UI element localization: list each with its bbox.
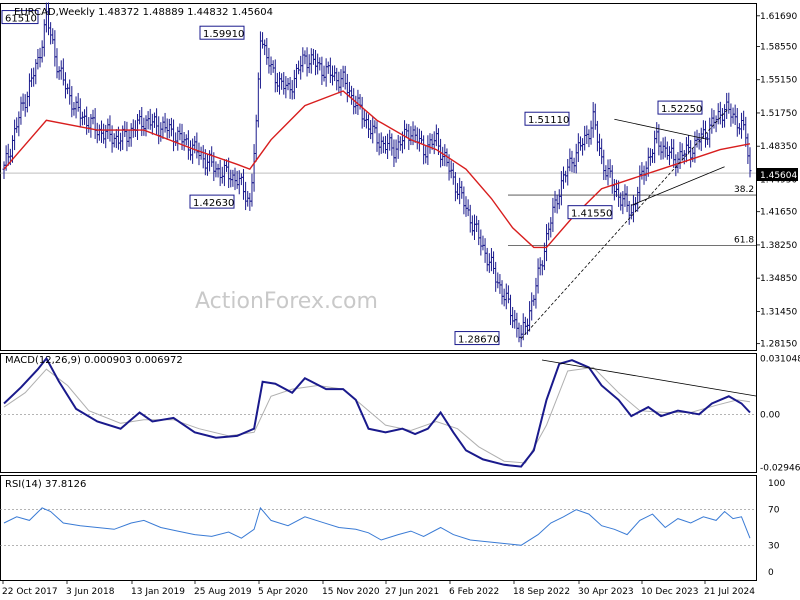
annotation-label: 1.42630	[193, 198, 234, 209]
fib-level-labels: 38.2 61.8	[734, 185, 754, 245]
annotation-label: 1.41550	[571, 209, 612, 220]
xtick-label: 10 Dec 2023	[641, 587, 699, 597]
current-price-label: 1.45604	[760, 171, 797, 181]
rsi-panel	[3, 506, 751, 546]
macd-signal-line	[3, 366, 751, 464]
eurcad-weekly-chart: ActionForex.com 615101.599101.426301.286…	[0, 2, 800, 597]
rsi-line	[3, 506, 751, 546]
rsi-ytick-label: 0	[768, 568, 774, 578]
xtick-label: 3 Jun 2018	[66, 587, 115, 597]
price-ytick-label: 1.61690	[760, 12, 797, 22]
xtick-label: 6 Feb 2022	[449, 587, 499, 597]
price-header: EURCAD,Weekly 1.48372 1.48889 1.44832 1.…	[14, 7, 273, 18]
rsi-frame	[0, 475, 757, 581]
rsi-ytick-label: 30	[768, 541, 780, 551]
xtick-label: 13 Jan 2019	[131, 587, 185, 597]
macd-ytick-label: 0.00	[760, 410, 780, 420]
macd-ytick-label: -0.029469	[760, 463, 800, 473]
fib-level-label: 61.8	[734, 235, 754, 245]
macd-frame	[0, 353, 757, 473]
price-ytick-label: 1.31450	[760, 307, 797, 317]
watermark: ActionForex.com	[195, 289, 378, 314]
price-ytick-label: 1.58550	[760, 42, 797, 52]
annotation-label: 1.59910	[203, 29, 244, 40]
xtick-label: 22 Oct 2017	[2, 587, 58, 597]
annotation-label: 1.28670	[458, 335, 499, 346]
rsi-header: RSI(14) 37.8126	[5, 479, 86, 490]
macd-line	[3, 356, 751, 468]
xtick-label: 5 Apr 2020	[258, 587, 308, 597]
xtick-label: 25 Aug 2019	[194, 587, 252, 597]
xtick-label: 27 Jun 2021	[385, 587, 439, 597]
annotation-label: 1.51110	[528, 115, 569, 126]
xtick-label: 21 Jul 2024	[704, 587, 755, 597]
y-axis-ticks: 1.616901.585501.551501.517501.483501.449…	[756, 12, 800, 578]
macd-trendline	[541, 359, 757, 397]
rsi-ytick-label: 70	[768, 506, 780, 516]
current-price-marker: 1.45604	[756, 168, 798, 181]
price-ytick-label: 1.28150	[760, 340, 797, 350]
xtick-label: 30 Apr 2023	[578, 587, 634, 597]
xtick-label: 15 Nov 2020	[322, 587, 380, 597]
price-ytick-label: 1.38250	[760, 241, 797, 251]
price-ytick-label: 1.48350	[760, 142, 797, 152]
rsi-ytick-label: 100	[768, 479, 785, 489]
macd-panel	[3, 356, 757, 468]
price-ytick-label: 1.41650	[760, 208, 797, 218]
panel-frames	[0, 3, 757, 581]
macd-ytick-label: 0.031048	[760, 354, 800, 364]
price-ytick-label: 1.51750	[760, 109, 797, 119]
triangle-upper-line	[614, 118, 708, 140]
xtick-label: 18 Sep 2022	[513, 587, 570, 597]
moving-average-line	[3, 90, 751, 249]
price-ytick-label: 1.34850	[760, 274, 797, 284]
x-axis-ticks: 22 Oct 2017 3 Jun 2018 13 Jan 2019 25 Aug 2…	[2, 580, 755, 597]
annotation-label: 1.52250	[661, 104, 702, 115]
price-frame	[0, 3, 757, 351]
fib-level-label: 38.2	[734, 185, 754, 195]
macd-header: MACD(12,26,9) 0.000903 0.006972	[5, 355, 183, 366]
price-ytick-label: 1.55150	[760, 76, 797, 86]
